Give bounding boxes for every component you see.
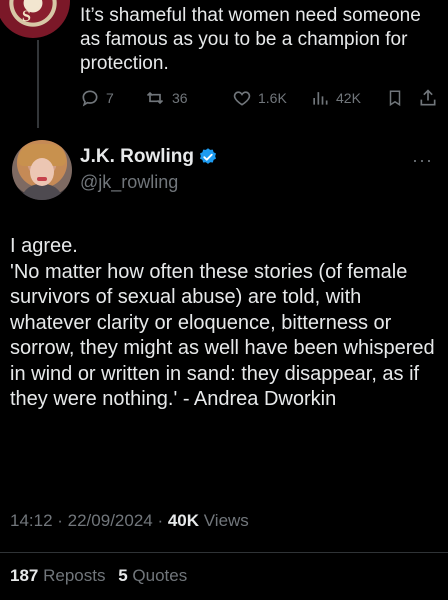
tweet-views-count: 40K bbox=[167, 511, 200, 530]
author-avatar[interactable] bbox=[12, 140, 72, 200]
verified-badge-icon bbox=[200, 148, 216, 164]
avatar-body bbox=[20, 184, 64, 200]
divider bbox=[0, 552, 448, 553]
reposts-label: Reposts bbox=[38, 566, 106, 585]
reply-count: 7 bbox=[106, 90, 114, 106]
author-name[interactable]: J.K. Rowling bbox=[80, 146, 194, 168]
bookmark-icon bbox=[389, 90, 401, 107]
reply-author-avatar[interactable]: S bbox=[0, 0, 70, 38]
reposts-count: 187 bbox=[10, 566, 39, 585]
tweet-timestamp[interactable]: 14:12 · 22/09/2024 · bbox=[10, 511, 168, 530]
quotes-count: 5 bbox=[118, 566, 128, 585]
tweet-body-text: I agree. 'No matter how often these stor… bbox=[10, 235, 435, 410]
quotes-stat[interactable]: 5 Quotes bbox=[118, 566, 187, 585]
like-icon bbox=[233, 91, 251, 106]
views-button[interactable]: 42K bbox=[310, 88, 361, 108]
avatar-face bbox=[30, 158, 54, 186]
repost-icon bbox=[146, 91, 164, 105]
avatar-lips bbox=[37, 177, 47, 181]
views-icon bbox=[313, 92, 328, 105]
share-icon bbox=[420, 89, 436, 106]
author-name-row: J.K. Rowling bbox=[80, 146, 218, 168]
quotes-label: Quotes bbox=[127, 566, 188, 585]
reply-action-bar: 7 36 1.6K 42K bbox=[80, 88, 440, 112]
repost-count: 36 bbox=[172, 90, 188, 106]
views-count: 42K bbox=[336, 90, 361, 106]
like-count: 1.6K bbox=[258, 90, 287, 106]
more-options-icon[interactable]: ··· bbox=[412, 150, 433, 171]
author-handle[interactable]: @jk_rowling bbox=[80, 172, 178, 193]
reply-tweet-text: It’s shameful that women need someone as… bbox=[80, 5, 421, 74]
reposts-stat[interactable]: 187 Reposts bbox=[10, 566, 105, 585]
share-button[interactable] bbox=[418, 88, 438, 108]
thread-connector-line bbox=[37, 40, 39, 128]
avatar-logo-mark: S bbox=[22, 8, 31, 25]
like-button[interactable]: 1.6K bbox=[232, 88, 287, 108]
reply-icon bbox=[82, 90, 98, 107]
repost-button[interactable]: 36 bbox=[144, 88, 188, 108]
tweet-metadata: 14:12 · 22/09/2024 · 40K Views bbox=[10, 511, 249, 531]
tweet-views-label: Views bbox=[199, 511, 249, 530]
reply-button[interactable]: 7 bbox=[80, 88, 114, 108]
tweet-engagement-stats: 187 Reposts 5 Quotes bbox=[10, 566, 187, 586]
bookmark-button[interactable] bbox=[386, 88, 404, 108]
